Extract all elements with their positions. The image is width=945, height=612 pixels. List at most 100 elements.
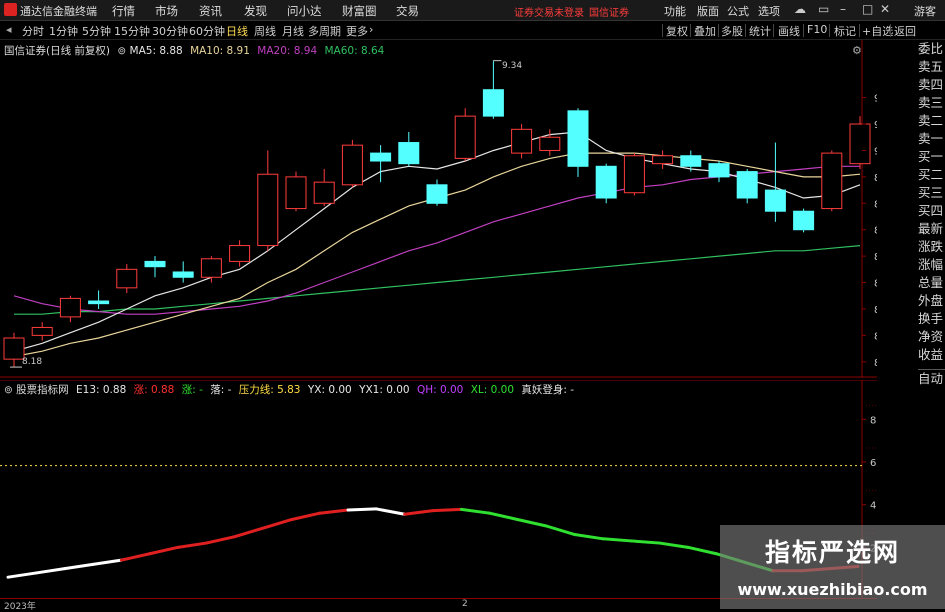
indicator-pressure: 压力线: 5.83 — [238, 384, 301, 396]
side-tab[interactable]: 卖三 — [918, 94, 945, 112]
side-tab[interactable]: 外盘 — [918, 292, 945, 310]
indicator-title[interactable]: 股票指标网 — [16, 384, 69, 396]
overlay-button[interactable]: 叠加 — [694, 23, 716, 39]
indicator-segment — [374, 507, 407, 516]
indicator-segment — [91, 558, 123, 566]
candle — [849, 116, 871, 169]
login-notice[interactable]: 证券交易未登录 — [514, 4, 584, 19]
side-tab[interactable]: 涨幅 — [918, 256, 945, 274]
side-tab[interactable]: 自动 — [918, 369, 945, 388]
stock-title[interactable]: 国信证券(日线 前复权) — [4, 45, 110, 57]
side-tab[interactable]: 总量 — [918, 274, 945, 292]
side-tab[interactable]: 换手 — [918, 310, 945, 328]
indicator-qh: QH: 0.00 — [416, 384, 464, 396]
date-marker: 2 — [462, 599, 468, 609]
close-icon[interactable]: ✕ — [880, 2, 890, 16]
side-tab[interactable]: 最新 — [918, 220, 945, 238]
indicator-e13: E13: 0.88 — [76, 384, 127, 396]
candle-body — [482, 89, 504, 117]
candle-body — [454, 115, 476, 159]
side-tab[interactable]: 买二 — [918, 166, 945, 184]
period-monthly[interactable]: 月线 — [282, 23, 304, 39]
side-tab[interactable]: 净资 — [918, 328, 945, 346]
candle-body — [200, 258, 222, 278]
high-price-label: 9.34 — [502, 61, 523, 71]
side-tab[interactable]: 卖五 — [918, 58, 945, 76]
side-tab[interactable]: 涨跌 — [918, 238, 945, 256]
cloud-icon[interactable]: ☁ — [794, 2, 806, 16]
back-button[interactable]: 返回 — [894, 23, 916, 39]
period-5min[interactable]: 5分钟 — [82, 23, 111, 39]
candle — [511, 124, 533, 159]
statistics-button[interactable]: 统计 — [749, 23, 771, 39]
more-chevron-icon[interactable]: › — [369, 23, 373, 36]
period-15min[interactable]: 15分钟 — [114, 23, 150, 39]
candle-body — [172, 271, 194, 278]
candle — [680, 150, 702, 172]
candle — [313, 168, 335, 206]
window-restore-icon[interactable]: ▭ — [818, 2, 829, 16]
y-tick-label: 8.00 — [870, 415, 877, 426]
side-tab[interactable]: 买三 — [918, 184, 945, 202]
side-tab[interactable]: 卖一 — [918, 130, 945, 148]
indicator-segment — [318, 508, 350, 515]
ma-toggle-icon[interactable]: ⊚ — [117, 45, 126, 57]
period-30min[interactable]: 30分钟 — [152, 23, 188, 39]
menu-function[interactable]: 功能 — [664, 3, 686, 19]
candle-body — [793, 210, 815, 231]
guest-label[interactable]: 游客 — [914, 3, 936, 19]
menu-formula[interactable]: 公式 — [727, 3, 749, 19]
menu-wealth[interactable]: 财富圈 — [342, 3, 377, 19]
candle — [341, 139, 363, 188]
menu-discover[interactable]: 发现 — [244, 3, 267, 19]
indicator-segment — [488, 511, 520, 522]
indicator-segment — [63, 562, 95, 571]
multi-stock-button[interactable]: 多股 — [721, 23, 743, 39]
menu-layout[interactable]: 版面 — [697, 3, 719, 19]
indicator-xl: XL: 0.00 — [470, 384, 515, 396]
indicator-segment — [658, 541, 690, 549]
settings-gear-icon[interactable]: ⚙ — [852, 44, 862, 57]
f10-button[interactable]: F10 — [807, 23, 827, 36]
indicator-zhenyao: 真妖登身: - — [521, 384, 575, 396]
period-60min[interactable]: 60分钟 — [189, 23, 225, 39]
candle — [652, 150, 674, 169]
toolbar-divider — [718, 24, 719, 37]
candle-body — [257, 173, 279, 247]
side-tab[interactable]: 委比 — [918, 40, 945, 58]
indicator-segment — [148, 545, 180, 556]
draw-line-button[interactable]: 画线 — [778, 23, 800, 39]
candle-body — [285, 176, 307, 210]
indicator-segment — [34, 567, 67, 575]
nav-back-icon[interactable]: ◂ — [6, 23, 12, 36]
menu-market[interactable]: 市场 — [155, 3, 178, 19]
title-bar: 通达信金融终端 行情 市场 资讯 发现 问小达 财富圈 交易 证券交易未登录 国… — [0, 0, 945, 21]
maximize-icon[interactable]: □ — [862, 2, 873, 16]
side-tab[interactable]: 买一 — [918, 148, 945, 166]
add-watchlist-button[interactable]: +自选 — [862, 23, 893, 39]
broker-name[interactable]: 国信证券 — [589, 4, 629, 19]
kline-chart[interactable]: 9.20 9.10 9.00 8.90 8.80 8.70 8.60 8.50 8.40 8.30… — [0, 40, 877, 378]
side-tab[interactable]: 买四 — [918, 202, 945, 220]
candle — [567, 108, 589, 177]
mark-button[interactable]: 标记 — [834, 23, 856, 39]
menu-news[interactable]: 资讯 — [199, 3, 222, 19]
menu-trade[interactable]: 交易 — [396, 3, 419, 19]
restore-rights-button[interactable]: 复权 — [666, 23, 688, 39]
menu-ask[interactable]: 问小达 — [287, 3, 322, 19]
period-more[interactable]: 更多 — [346, 23, 368, 39]
period-timeshare[interactable]: 分时 — [22, 23, 44, 39]
period-daily[interactable]: 日线 — [226, 23, 248, 39]
menu-quotes[interactable]: 行情 — [112, 3, 135, 19]
main-kline-pane[interactable]: 9.20 9.10 9.00 8.90 8.80 8.70 8.60 8.50 8.40 8.30… — [0, 40, 877, 378]
period-multi[interactable]: 多周期 — [308, 23, 341, 39]
side-tab[interactable]: 收益 — [918, 346, 945, 364]
side-tab[interactable]: 卖四 — [918, 76, 945, 94]
indicator-settings-icon[interactable]: ⊚ — [4, 384, 13, 396]
period-1min[interactable]: 1分钟 — [49, 23, 78, 39]
minimize-icon[interactable]: – — [840, 2, 846, 16]
side-tab[interactable]: 卖二 — [918, 112, 945, 130]
period-weekly[interactable]: 周线 — [254, 23, 276, 39]
menu-options[interactable]: 选项 — [758, 3, 780, 19]
candle-body — [764, 189, 786, 212]
